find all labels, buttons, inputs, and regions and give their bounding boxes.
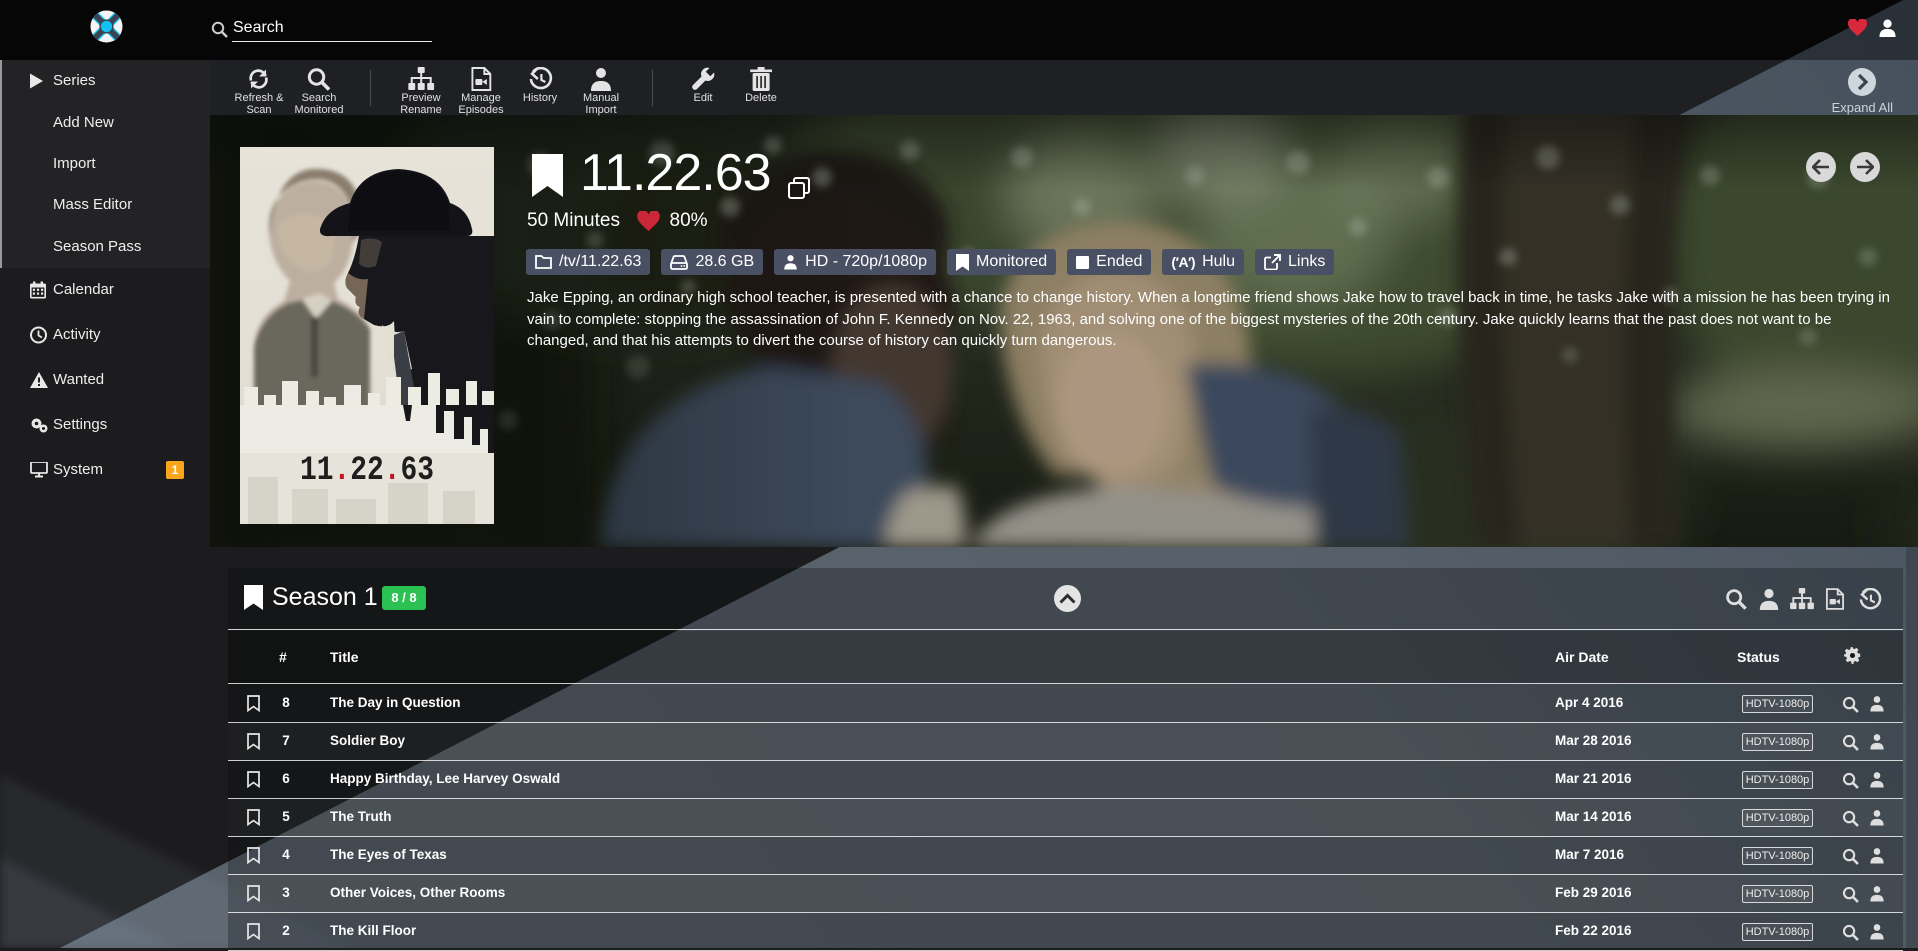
- svg-text:11.22.63: 11.22.63: [300, 452, 434, 490]
